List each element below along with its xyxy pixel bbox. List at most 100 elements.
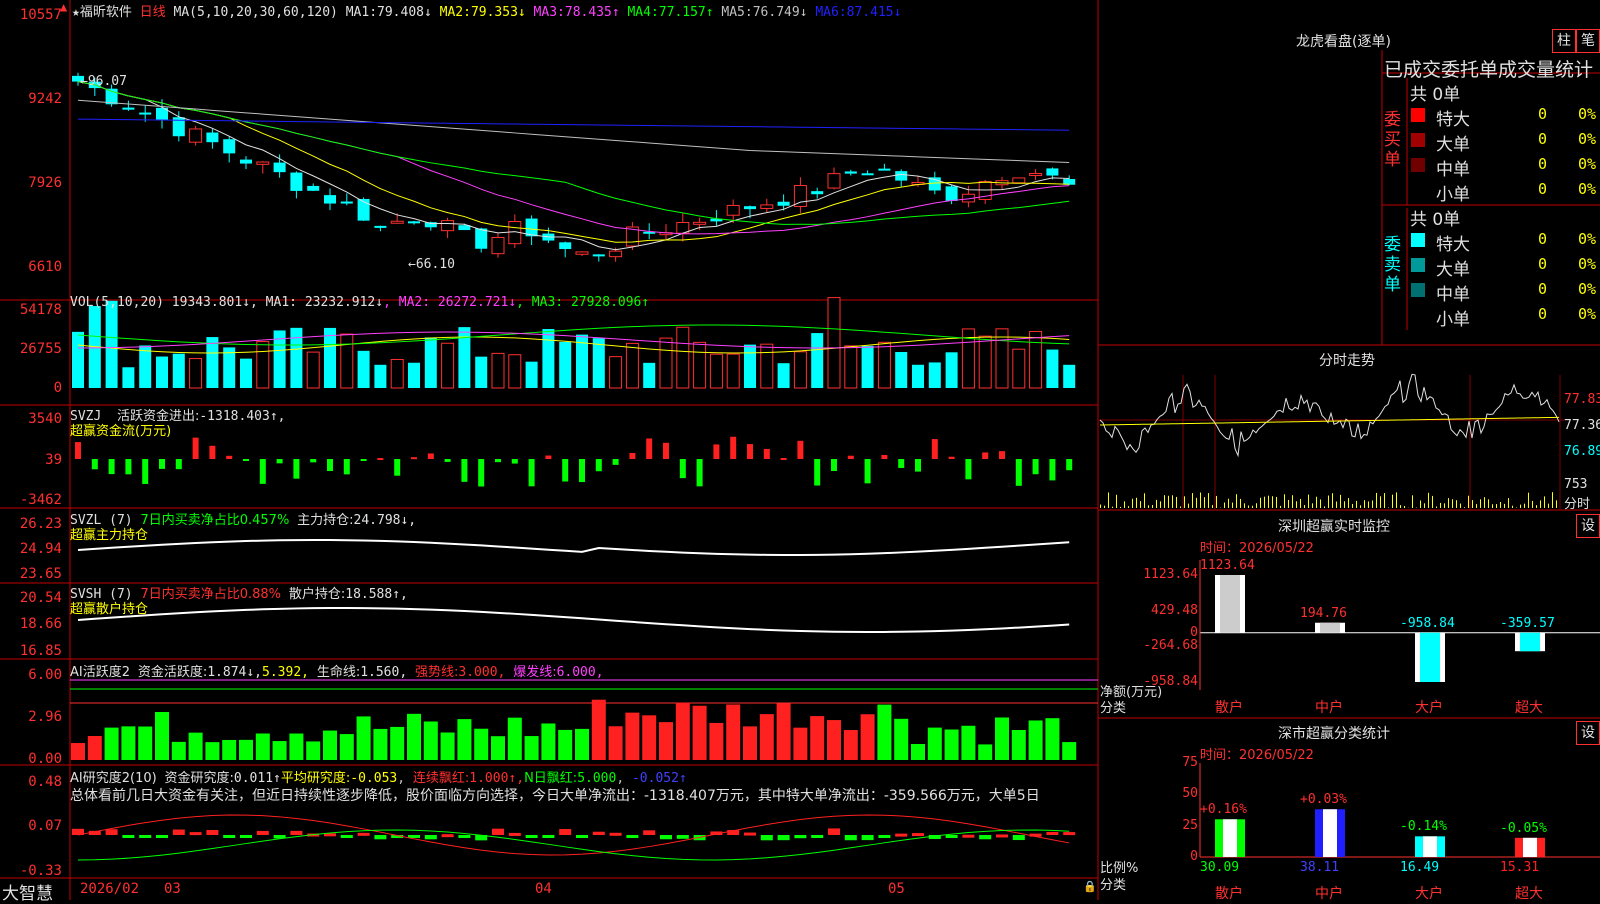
intraday-vol-bar xyxy=(1280,506,1281,508)
fund-flow-bar xyxy=(293,459,299,479)
fund-flow-bar xyxy=(781,458,787,460)
candle xyxy=(290,173,302,191)
intraday-vol-bar xyxy=(1156,500,1157,508)
intraday-vol-bar xyxy=(1236,494,1237,508)
research-bar xyxy=(374,835,386,839)
volume-bar xyxy=(912,365,924,388)
ma-line xyxy=(78,119,1069,130)
volume-bar xyxy=(408,363,420,388)
order-total: 共 0单 xyxy=(1410,205,1460,230)
activity-bar xyxy=(659,722,673,760)
vol-tick: 26755 xyxy=(0,341,62,357)
intraday-vol-bar xyxy=(1420,500,1421,508)
brand-logo[interactable]: 大智慧 xyxy=(2,879,53,904)
fund-flow-bar xyxy=(562,459,568,482)
fund-flow-bar xyxy=(1049,459,1055,480)
tick-mode-button[interactable]: 笔 xyxy=(1576,29,1600,53)
volume-bar xyxy=(979,336,991,388)
fund-flow-bar xyxy=(1016,459,1022,486)
activity-bar xyxy=(239,740,253,760)
fund-flow-bar xyxy=(159,459,165,469)
activity-bar xyxy=(978,744,992,760)
volume-bar xyxy=(122,367,134,388)
candle xyxy=(946,186,958,201)
classify-settings-button[interactable]: 设 xyxy=(1576,721,1600,745)
classify-value: 30.09 xyxy=(1200,860,1239,875)
category-label: 超大 xyxy=(1515,697,1543,717)
bar-mode-button[interactable]: 柱 xyxy=(1552,29,1576,53)
ma-legend-1: MA1:79.408↓ xyxy=(346,5,432,20)
color-swatch xyxy=(1411,158,1425,172)
svzl-tick: 24.94 xyxy=(0,541,62,557)
intraday-title[interactable]: 分时走势 xyxy=(1319,350,1375,370)
activity-bar xyxy=(474,729,488,760)
activity-bar xyxy=(105,728,119,760)
intraday-vol-bar xyxy=(1500,502,1501,508)
price-tick: 7926 xyxy=(0,175,62,191)
tab-volume-stats[interactable]: 成交量统计 xyxy=(1498,59,1593,81)
intraday-vol-bar xyxy=(1348,498,1349,508)
fund-flow-bar xyxy=(495,459,501,462)
research-bar xyxy=(677,835,689,839)
research-bar xyxy=(290,831,302,835)
activity-bar xyxy=(491,736,505,760)
category-label: 中户 xyxy=(1315,697,1343,717)
volume-bar xyxy=(206,337,218,388)
category-label: 散户 xyxy=(1215,697,1243,717)
activity-bar xyxy=(155,712,169,760)
ma-legend-3: MA3:78.435↑ xyxy=(526,5,620,20)
svzl-tick: 23.65 xyxy=(0,566,62,582)
activity-bar xyxy=(189,733,203,760)
fund-flow-bar xyxy=(142,459,148,484)
intraday-vol-bar xyxy=(1228,499,1229,508)
intraday-vol-bar xyxy=(1128,506,1129,508)
order-side-label: 委卖单 xyxy=(1384,235,1404,295)
intraday-vol-bar xyxy=(1252,506,1253,508)
classify-change: +0.16% xyxy=(1200,802,1247,817)
candle xyxy=(811,191,823,194)
intraday-vol-bar xyxy=(1148,505,1149,508)
monitor-settings-button[interactable]: 设 xyxy=(1576,514,1600,538)
ma-legend-4: MA4:77.157↑ xyxy=(620,5,714,20)
candle xyxy=(862,173,874,175)
volume-bar xyxy=(761,344,773,388)
fund-flow-bar xyxy=(109,459,115,474)
candle xyxy=(122,108,134,110)
intraday-vol-bar xyxy=(1468,496,1469,508)
intraday-vol-bar xyxy=(1216,496,1217,508)
intraday-vol-bar xyxy=(1124,501,1125,508)
candle xyxy=(778,202,790,206)
lock-icon[interactable]: 🔒 xyxy=(1083,880,1097,893)
intraday-vol-bar xyxy=(1540,500,1541,508)
tab-orders[interactable]: 委托单 xyxy=(1441,59,1498,81)
order-percent: 0% xyxy=(1578,105,1596,123)
chart-canvas[interactable] xyxy=(0,0,1600,900)
fund-flow-bar xyxy=(209,446,215,459)
volume-bar xyxy=(593,338,605,388)
intraday-vol-bar xyxy=(1472,500,1473,508)
monitor-title: 深圳超赢实时监控 xyxy=(1278,516,1390,536)
svsh-tick: 18.66 xyxy=(0,616,62,632)
period-label[interactable]: 日线 xyxy=(140,5,166,20)
volume-bar xyxy=(929,362,941,388)
intraday-vol-bar xyxy=(1424,503,1425,508)
fund-flow-bar xyxy=(898,459,904,468)
intraday-vol-bar xyxy=(1112,507,1113,508)
volume-bar xyxy=(610,357,622,388)
tab-traded[interactable]: 已成交 xyxy=(1384,59,1441,81)
volume-bar xyxy=(190,359,202,388)
activity-bar xyxy=(945,729,959,760)
intraday-vol-bar xyxy=(1260,498,1261,508)
candle xyxy=(727,205,739,215)
activity-bar xyxy=(625,713,639,760)
order-side-label: 委买单 xyxy=(1384,110,1404,170)
intraday-vol-bar xyxy=(1340,495,1341,508)
monitor-bar-label: -958.84 xyxy=(1400,616,1455,631)
intraday-vol-bar xyxy=(1328,496,1329,508)
fund-flow-bar xyxy=(377,458,383,460)
order-count: 0 xyxy=(1538,305,1547,323)
activity-bar xyxy=(138,727,152,760)
star-icon[interactable]: ★ xyxy=(72,5,80,20)
ai-comment: 总体看前几日大资金有关注，但近日持续性逐步降低，股价面临方向选择，今日大单净流出… xyxy=(70,785,1040,805)
intraday-vol-bar xyxy=(1344,501,1345,508)
